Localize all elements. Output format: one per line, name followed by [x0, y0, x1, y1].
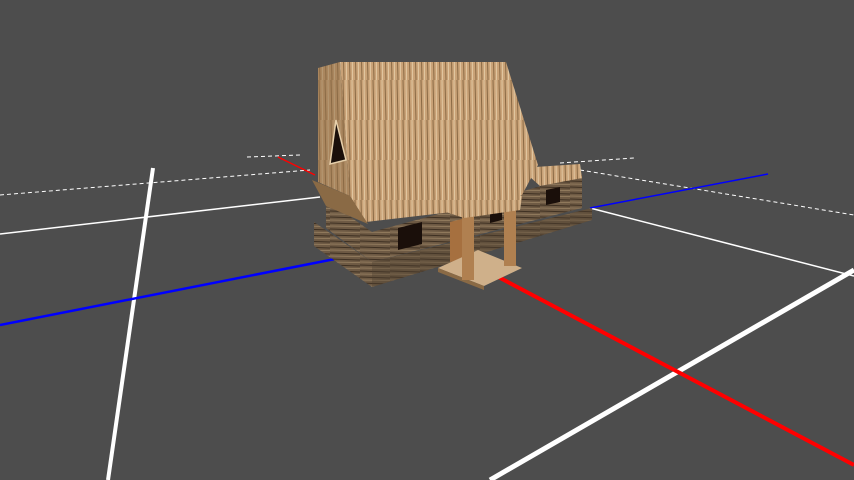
grid-line-dashed	[246, 154, 301, 158]
grid-line	[0, 196, 321, 235]
grid-line-dashed	[579, 169, 854, 216]
window	[546, 187, 560, 205]
porch-post	[504, 204, 516, 266]
3d-viewport[interactable]	[0, 0, 854, 480]
grid-line	[589, 207, 854, 277]
house-model[interactable]	[312, 62, 592, 290]
grid-line-dashed	[559, 157, 635, 164]
porch-post	[462, 212, 474, 280]
grid-line	[106, 167, 155, 480]
door	[450, 219, 462, 262]
grid-line-dashed	[0, 169, 311, 196]
